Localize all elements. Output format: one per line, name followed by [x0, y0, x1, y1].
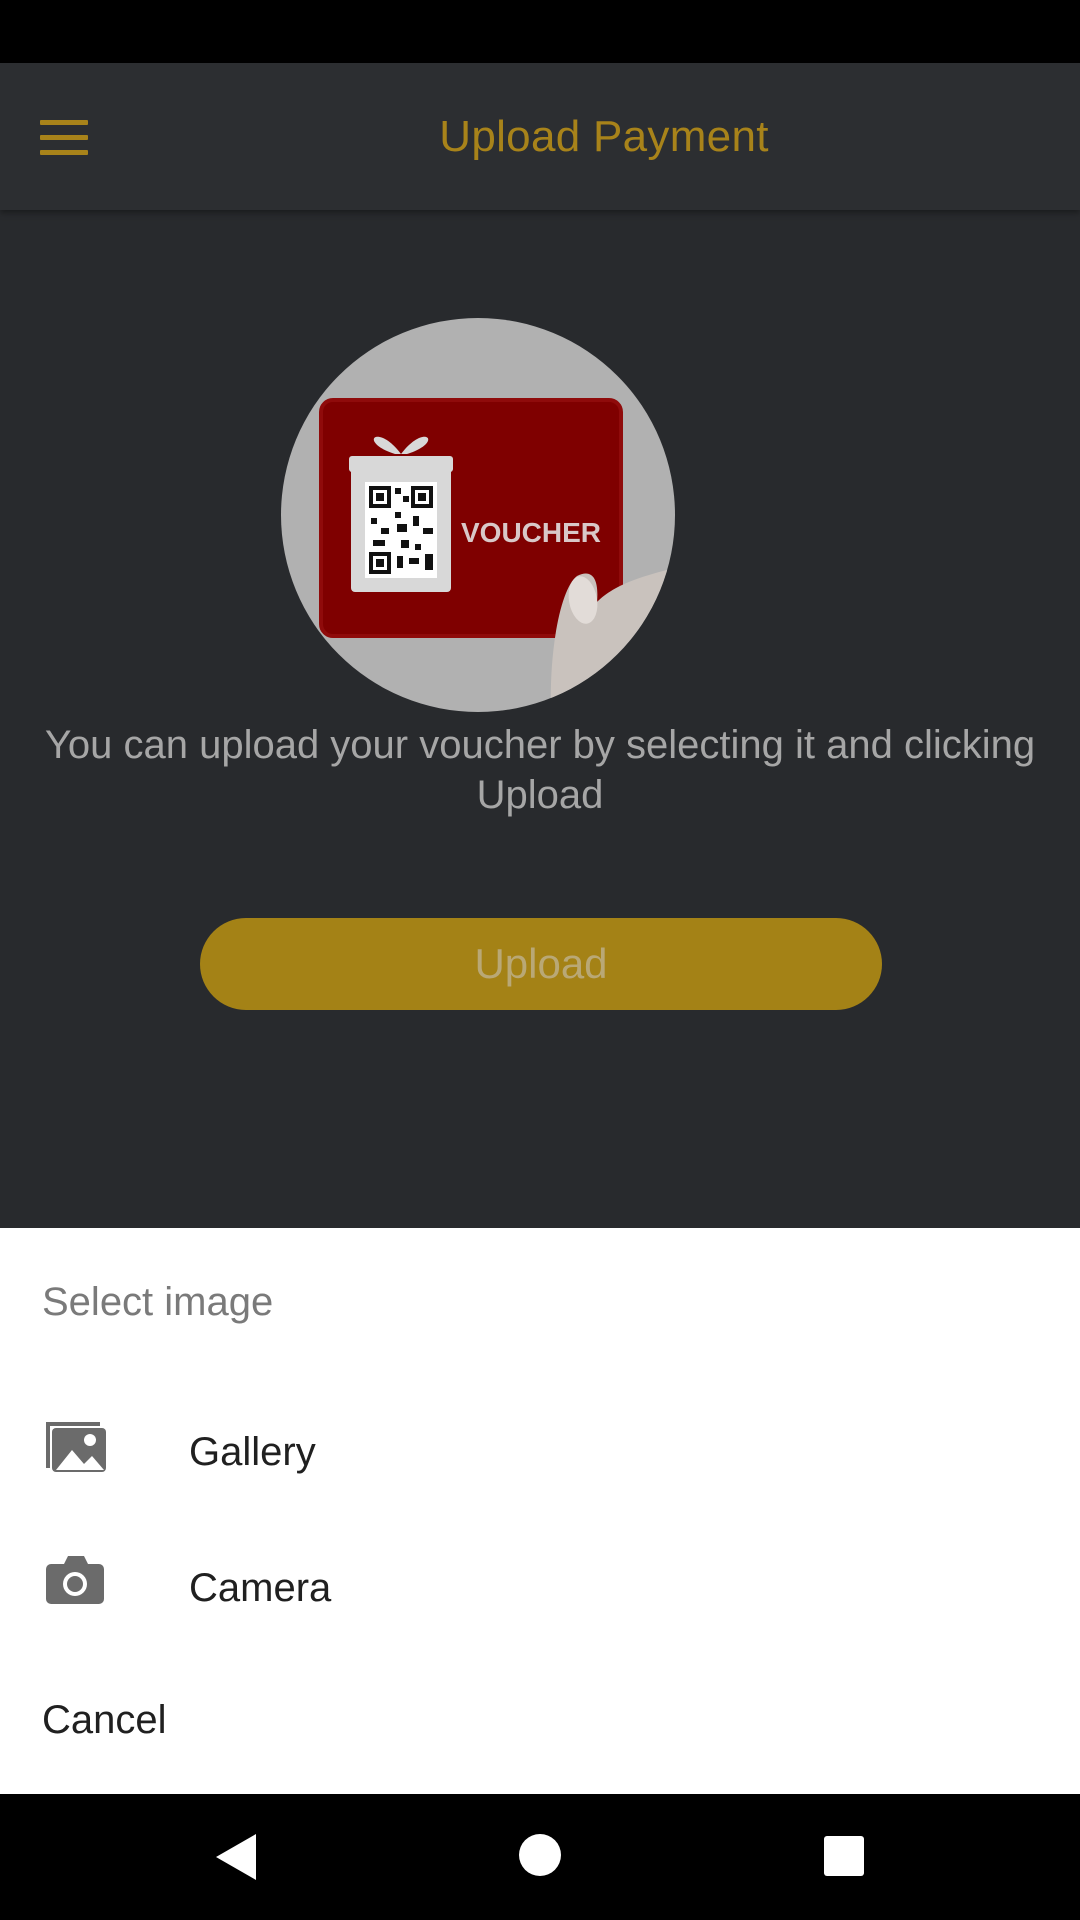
upload-instructions: You can upload your voucher by selecting…	[44, 723, 1036, 817]
sheet-title: Select image	[42, 1280, 274, 1324]
back-triangle-icon[interactable]	[216, 1834, 256, 1885]
navigation-bar	[0, 1794, 1080, 1920]
voucher-image: VOUCHER	[281, 318, 675, 712]
voucher-image-text: VOUCHER	[461, 517, 601, 548]
camera-icon	[42, 1550, 110, 1618]
page-title: Upload Payment	[439, 112, 769, 161]
sheet-item-label: Gallery	[189, 1430, 316, 1474]
home-circle-icon[interactable]	[519, 1834, 561, 1876]
screen: Upload Payment VOUCHER You can upload yo…	[0, 0, 1080, 1920]
recents-square-icon[interactable]	[824, 1836, 864, 1876]
sheet-item-gallery[interactable]: Gallery	[0, 1392, 1080, 1512]
sheet-item-label: Camera	[189, 1566, 332, 1610]
upload-button[interactable]: Upload	[200, 918, 882, 1010]
sheet-item-camera[interactable]: Camera	[0, 1528, 1080, 1648]
gallery-icon	[42, 1414, 110, 1482]
status-bar	[0, 0, 1080, 63]
app-bar: Upload Payment	[0, 63, 1080, 210]
select-image-sheet: Select image Gallery Camera Cancel	[0, 1228, 1080, 1794]
main-content: VOUCHER You can upload your voucher by s…	[0, 210, 1080, 1228]
cancel-button[interactable]: Cancel	[42, 1698, 167, 1743]
